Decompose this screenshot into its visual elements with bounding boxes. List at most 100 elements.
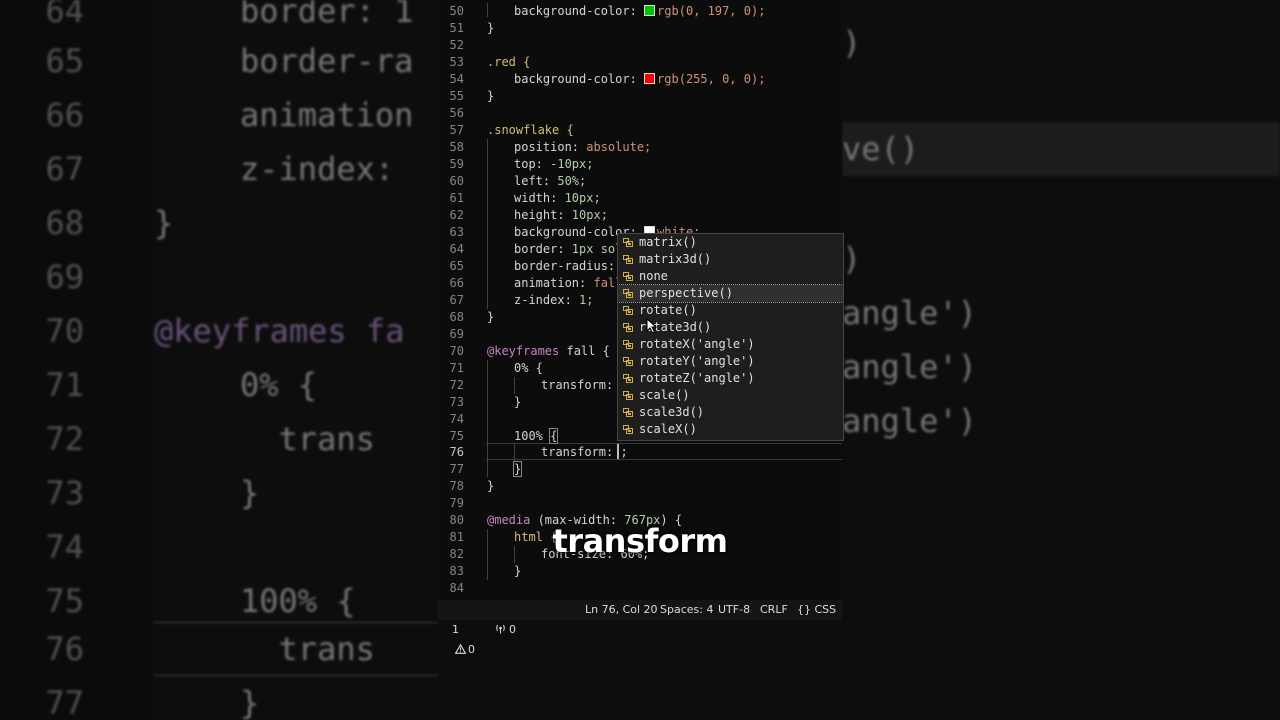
suggestion-item[interactable]: matrix3d() (618, 251, 843, 268)
line-number: 65 (449, 259, 464, 273)
code-token: width: (514, 191, 565, 205)
code-token: position: (514, 140, 587, 154)
code-line[interactable]: 84 (438, 580, 842, 597)
property-value-icon (623, 306, 633, 315)
background-code-line: 64 border: 1 (0, 0, 438, 38)
background-line-number: 66 (45, 96, 84, 134)
color-swatch-icon[interactable] (644, 5, 656, 16)
background-code-line: 76 trans (0, 622, 438, 676)
code-token: 0% { (514, 361, 543, 375)
suggestion-item[interactable]: rotate() (618, 302, 843, 319)
suggestion-label: matrix() (639, 235, 697, 249)
code-line[interactable]: 54 background-color: rgb(255, 0, 0); (438, 71, 842, 88)
line-number: 73 (449, 395, 464, 409)
code-line[interactable]: 60 left: 50%; (438, 173, 842, 190)
background-right-line: ve() (842, 130, 920, 168)
code-line[interactable]: 53 .red { (438, 54, 842, 71)
background-line-code: } (154, 204, 174, 242)
background-line-code: } (240, 684, 260, 720)
background-line-code: border: 1 (240, 0, 414, 30)
suggestion-item[interactable]: rotateY('angle') (618, 353, 843, 370)
ports-indicator[interactable]: 0 (481, 600, 516, 660)
property-value-icon (623, 272, 633, 281)
code-line[interactable]: 55} (438, 88, 842, 105)
code-line[interactable]: 58 position: absolute; (438, 139, 842, 156)
suggestion-item[interactable]: perspective() (618, 284, 843, 303)
code-token: fall { (566, 344, 610, 358)
code-line[interactable]: 77} (438, 461, 842, 478)
suggestion-item[interactable]: none (618, 268, 843, 285)
code-line[interactable]: 61 width: 10px; (438, 190, 842, 207)
code-line[interactable]: 59 top: -10px; (438, 156, 842, 173)
line-code: height: 10px; (514, 207, 608, 224)
code-token: } (487, 310, 495, 324)
line-code: } (487, 309, 494, 326)
cursor-position[interactable]: Ln 76, Col 20 (585, 600, 658, 620)
line-number: 76 (449, 445, 464, 459)
line-code: } (514, 563, 521, 580)
code-token: .red { (487, 55, 531, 69)
suggestion-label: scale() (639, 388, 690, 402)
autocomplete-suggestions[interactable]: matrix() matrix3d() none perspective() rotat… (617, 233, 844, 441)
line-code: } (487, 20, 494, 37)
background-line-number: 65 (45, 42, 84, 80)
code-token: absolute; (586, 140, 652, 154)
suggestion-item[interactable]: rotateX('angle') (618, 336, 843, 353)
suggestion-item[interactable]: scale3d() (618, 404, 843, 421)
line-code: position: absolute; (514, 139, 651, 156)
code-token: 1; (579, 293, 594, 307)
background-line-code: trans (240, 630, 375, 668)
line-number: 52 (449, 38, 464, 52)
code-line[interactable]: 57 .snowflake { (438, 122, 842, 139)
line-number: 70 (449, 344, 464, 358)
code-line[interactable]: 52 (438, 37, 842, 54)
background-line-number: 71 (45, 366, 84, 404)
line-code: } (512, 461, 523, 478)
suggestion-label: scale3d() (639, 405, 705, 419)
suggestion-item[interactable]: scaleX() (618, 421, 843, 438)
line-code: background-color: rgb(0, 197, 0); (514, 3, 765, 20)
code-line[interactable]: 50 background-color: rgb(0, 197, 0); (438, 3, 842, 20)
background-right-line: angle') (842, 402, 977, 440)
code-token: ; (620, 445, 628, 459)
problems-indicator[interactable]: 1 0 (438, 600, 475, 680)
background-code-line: 69 (0, 250, 438, 304)
code-line[interactable]: 79 (438, 495, 842, 512)
line-number: 77 (449, 462, 464, 476)
indentation-setting[interactable]: Spaces: 4 (660, 600, 713, 620)
warning-icon (454, 643, 467, 654)
eol-setting[interactable]: CRLF (760, 600, 788, 620)
background-line-code: trans (240, 420, 375, 458)
code-line[interactable]: 78} (438, 478, 842, 495)
property-value-icon (623, 425, 633, 434)
language-mode[interactable]: {} CSS (797, 600, 836, 620)
code-token: } (487, 479, 495, 493)
line-number: 83 (449, 564, 464, 578)
background-line-number: 64 (45, 0, 84, 30)
background-code-line: 72 trans (0, 412, 438, 466)
encoding-setting[interactable]: UTF-8 (718, 600, 750, 620)
color-swatch-icon[interactable] (644, 73, 656, 84)
code-line[interactable]: 76 transform: ; (438, 444, 842, 461)
text-cursor (617, 444, 619, 459)
line-number: 82 (449, 547, 464, 561)
background-line-code: animation (240, 96, 414, 134)
suggestion-item[interactable]: scale() (618, 387, 843, 404)
line-number: 62 (449, 208, 464, 222)
line-code: .snowflake { (487, 122, 574, 139)
code-line[interactable]: 51} (438, 20, 842, 37)
property-value-icon (623, 340, 633, 349)
line-number: 59 (449, 157, 464, 171)
background-line-number: 75 (45, 582, 84, 620)
code-line[interactable]: 56 (438, 105, 842, 122)
suggestion-label: rotateX('angle') (639, 337, 755, 351)
suggestion-item[interactable]: matrix() (618, 234, 843, 251)
line-code: left: 50%; (514, 173, 586, 190)
code-line[interactable]: 62 height: 10px; (438, 207, 842, 224)
code-token: top: (514, 157, 551, 171)
background-line-number: 74 (45, 528, 84, 566)
line-number: 51 (449, 21, 464, 35)
line-number: 68 (449, 310, 464, 324)
background-left-code: 64 border: 1 65 border-ra 66 animation 67 z-ind… (0, 0, 438, 720)
suggestion-item[interactable]: rotateZ('angle') (618, 370, 843, 387)
